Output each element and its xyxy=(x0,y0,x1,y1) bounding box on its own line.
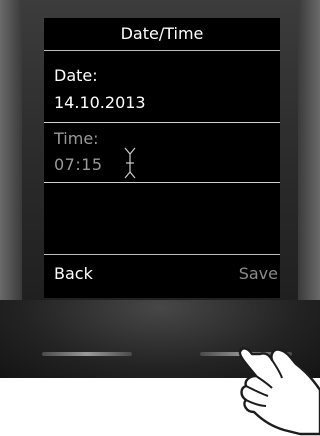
left-softkey-button[interactable] xyxy=(42,352,132,356)
date-field[interactable]: 14.10.2013 xyxy=(54,93,146,112)
time-field[interactable]: 07:15 xyxy=(54,155,103,174)
display-screen: Date/Time Date: 14.10.2013 Time: 07:15 B… xyxy=(44,18,280,298)
text-cursor-icon xyxy=(124,147,136,179)
screen-title: Date/Time xyxy=(120,24,204,43)
pointing-hand-icon xyxy=(238,347,320,436)
save-softkey-label[interactable]: Save xyxy=(239,264,278,283)
date-field-underline xyxy=(44,122,280,123)
handset-edge-left xyxy=(0,0,22,330)
time-field-underline xyxy=(44,182,280,183)
title-divider xyxy=(44,50,280,51)
phone-handset: Date/Time Date: 14.10.2013 Time: 07:15 B… xyxy=(0,0,320,378)
softkey-divider xyxy=(44,254,280,255)
handset-edge-right xyxy=(298,0,320,330)
time-label: Time: xyxy=(54,129,99,148)
back-softkey-label[interactable]: Back xyxy=(54,264,93,283)
date-label: Date: xyxy=(54,66,98,85)
